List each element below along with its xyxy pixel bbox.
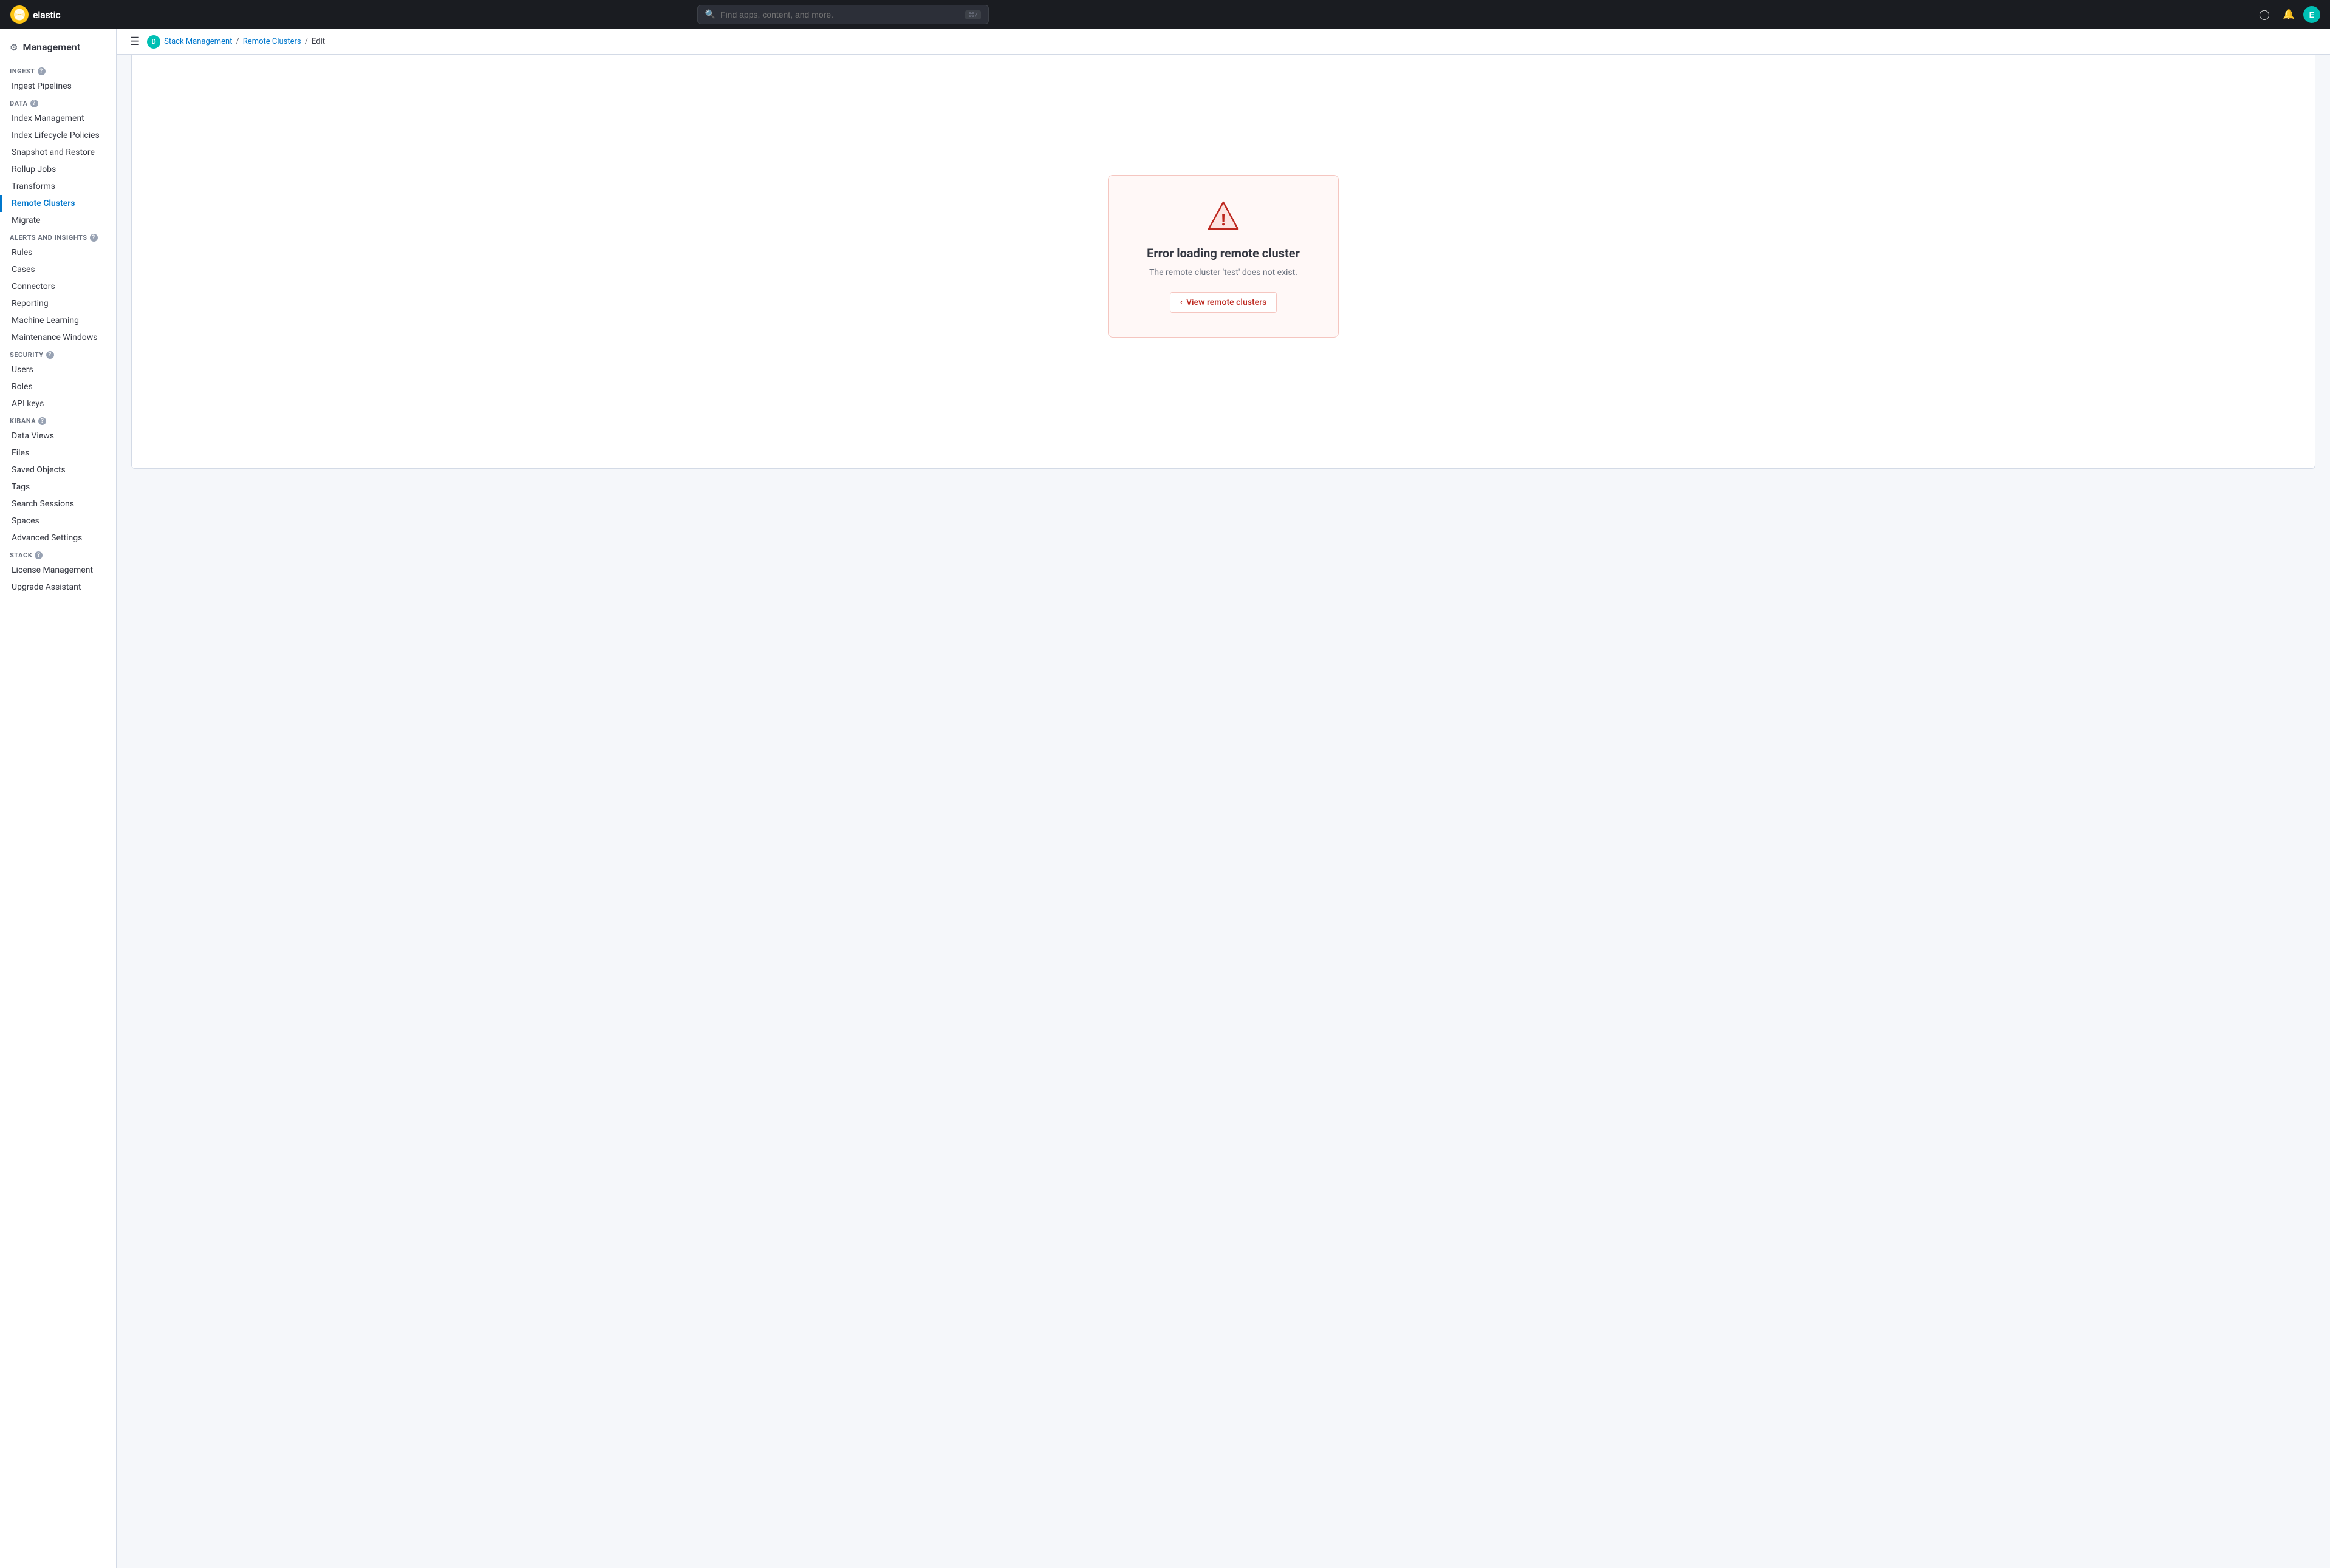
sidebar-item-reporting[interactable]: Reporting [0, 295, 116, 312]
logo-text: elastic [33, 9, 60, 21]
sidebar-section-label-kibana: Kibana? [0, 412, 116, 428]
sidebar-section-label-data: Data? [0, 95, 116, 110]
sidebar-item-upgrade-assistant[interactable]: Upgrade Assistant [0, 579, 116, 596]
sidebar-item-migrate[interactable]: Migrate [0, 212, 116, 229]
breadcrumb-avatar: D [147, 35, 160, 49]
sidebar-section-label-security: Security? [0, 346, 116, 361]
sidebar-item-index-management[interactable]: Index Management [0, 110, 116, 127]
main-content: ! Error loading remote cluster The remot… [117, 29, 2330, 1539]
elastic-logo: elastic [10, 5, 60, 24]
sidebar-section-label-ingest: Ingest? [0, 63, 116, 78]
info-icon[interactable]: ? [46, 351, 54, 359]
breadcrumb-edit: Edit [312, 37, 325, 46]
sidebar-item-advanced-settings[interactable]: Advanced Settings [0, 530, 116, 547]
sidebar-item-roles[interactable]: Roles [0, 378, 116, 395]
sidebar-item-license-management[interactable]: License Management [0, 562, 116, 579]
sidebar-item-spaces[interactable]: Spaces [0, 513, 116, 530]
search-icon: 🔍 [705, 10, 716, 19]
sidebar-item-users[interactable]: Users [0, 361, 116, 378]
sidebar-item-remote-clusters[interactable]: Remote Clusters [0, 195, 116, 212]
error-title: Error loading remote cluster [1138, 246, 1309, 261]
search-input[interactable] [720, 10, 960, 19]
info-icon[interactable]: ? [35, 551, 43, 559]
sidebar-item-snapshot-and-restore[interactable]: Snapshot and Restore [0, 144, 116, 161]
sidebar-item-rollup-jobs[interactable]: Rollup Jobs [0, 161, 116, 178]
info-icon[interactable]: ? [38, 67, 46, 75]
info-icon[interactable]: ? [38, 417, 46, 425]
info-icon[interactable]: ? [30, 100, 38, 107]
breadcrumb-sep-2: / [305, 37, 308, 46]
sidebar: ⚙ Management Ingest?Ingest PipelinesData… [0, 29, 117, 1568]
sidebar-item-maintenance-windows[interactable]: Maintenance Windows [0, 329, 116, 346]
sidebar-section-label-alerts-and-insights: Alerts and Insights? [0, 229, 116, 244]
content-panel: ! Error loading remote cluster The remot… [131, 44, 2315, 469]
error-description: The remote cluster 'test' does not exist… [1138, 268, 1309, 278]
error-icon-wrap: ! [1138, 200, 1309, 234]
user-avatar-button[interactable]: E [2303, 6, 2320, 23]
sidebar-item-rules[interactable]: Rules [0, 244, 116, 261]
hamburger-button[interactable]: ☰ [126, 34, 143, 49]
sidebar-item-index-lifecycle-policies[interactable]: Index Lifecycle Policies [0, 127, 116, 144]
error-card: ! Error loading remote cluster The remot… [1108, 175, 1339, 338]
search-bar: 🔍 ⌘/ [697, 5, 989, 24]
sidebar-item-ingest-pipelines[interactable]: Ingest Pipelines [0, 78, 116, 95]
view-clusters-label: View remote clusters [1186, 298, 1266, 307]
sidebar-section-label-stack: Stack? [0, 547, 116, 562]
chevron-left-icon: ‹ [1180, 298, 1183, 307]
view-remote-clusters-button[interactable]: ‹ View remote clusters [1170, 292, 1277, 313]
sidebar-item-transforms[interactable]: Transforms [0, 178, 116, 195]
svg-text:!: ! [1221, 211, 1225, 230]
breadcrumb-remote-clusters[interactable]: Remote Clusters [243, 37, 301, 46]
sidebar-item-connectors[interactable]: Connectors [0, 278, 116, 295]
breadcrumb-sep-1: / [236, 37, 239, 46]
sidebar-header: ⚙ Management [0, 39, 116, 63]
search-shortcut: ⌘/ [965, 10, 981, 19]
nav-icons: ◯ 🔔 E [2255, 5, 2320, 24]
help-icon-button[interactable]: ◯ [2255, 5, 2274, 24]
sidebar-item-files[interactable]: Files [0, 445, 116, 462]
sidebar-sections: Ingest?Ingest PipelinesData?Index Manage… [0, 63, 116, 596]
top-nav: elastic 🔍 ⌘/ ◯ 🔔 E [0, 0, 2330, 29]
sidebar-item-api-keys[interactable]: API keys [0, 395, 116, 412]
sidebar-item-machine-learning[interactable]: Machine Learning [0, 312, 116, 329]
gear-icon: ⚙ [10, 42, 18, 53]
notifications-icon-button[interactable]: 🔔 [2279, 5, 2298, 24]
sidebar-item-saved-objects[interactable]: Saved Objects [0, 462, 116, 479]
warning-triangle-icon: ! [1208, 200, 1239, 231]
sidebar-title: Management [22, 41, 80, 53]
info-icon[interactable]: ? [90, 234, 98, 242]
sidebar-item-data-views[interactable]: Data Views [0, 428, 116, 445]
sidebar-item-tags[interactable]: Tags [0, 479, 116, 496]
breadcrumb-bar: ☰ D Stack Management / Remote Clusters /… [117, 29, 2330, 55]
breadcrumb-stack-management[interactable]: Stack Management [164, 37, 232, 46]
sidebar-item-search-sessions[interactable]: Search Sessions [0, 496, 116, 513]
sidebar-item-cases[interactable]: Cases [0, 261, 116, 278]
